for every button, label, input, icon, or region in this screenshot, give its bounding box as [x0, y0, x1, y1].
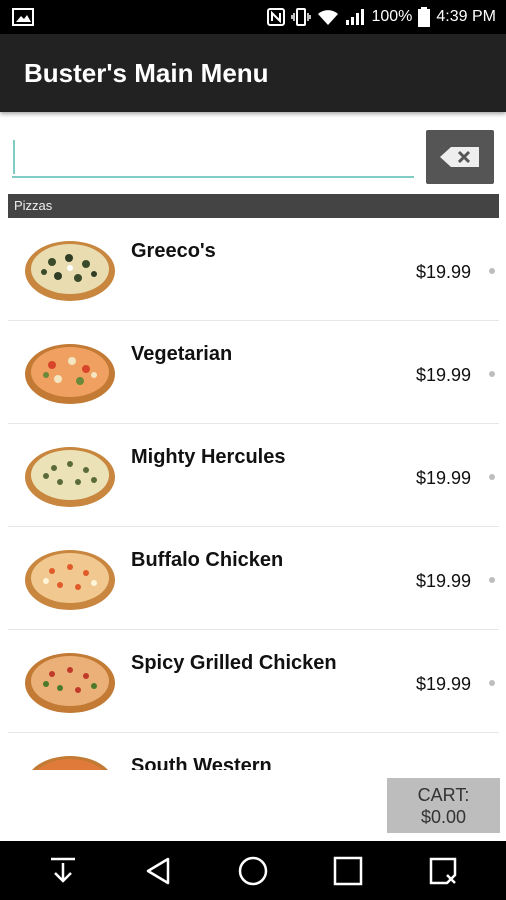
item-name: South Western [131, 755, 272, 770]
status-time: 4:39 PM [436, 8, 496, 25]
item-name: Spicy Grilled Chicken [131, 652, 337, 674]
list-item[interactable]: Vegetarian $19.99 [8, 321, 499, 424]
image-icon [12, 8, 34, 26]
list-item[interactable]: Greeco's $19.99 [8, 218, 499, 321]
item-indicator [489, 268, 495, 274]
nfc-icon [267, 8, 286, 26]
page-title: Buster's Main Menu [24, 58, 269, 88]
signal-icon [346, 9, 365, 25]
app-bar: Buster's Main Menu [0, 34, 506, 112]
text-cursor [13, 140, 15, 174]
recents-icon[interactable] [332, 855, 364, 887]
list-item[interactable]: Spicy Grilled Chicken $19.99 [8, 630, 499, 733]
pizza-image [31, 756, 109, 770]
home-icon[interactable] [237, 855, 269, 887]
item-price: $19.99 [415, 365, 471, 385]
menu-list[interactable]: Greeco's $19.99 Vegetarian $19.99 Mighty… [8, 218, 499, 770]
item-indicator [489, 371, 495, 377]
notes-icon[interactable] [427, 855, 459, 887]
navigation-bar [0, 841, 506, 900]
battery-icon [418, 7, 431, 27]
search-input[interactable] [12, 138, 414, 178]
battery-percent: 100% [371, 8, 413, 25]
status-bar: 100% 4:39 PM [0, 0, 506, 34]
cart-total: $0.00 [420, 807, 467, 827]
item-price: $19.99 [415, 674, 471, 694]
list-item[interactable]: South Western [8, 733, 499, 770]
item-price: $19.99 [415, 262, 471, 282]
download-icon[interactable] [47, 855, 79, 887]
item-indicator [489, 577, 495, 583]
item-indicator [489, 474, 495, 480]
pizza-image [25, 344, 115, 404]
back-icon[interactable] [142, 855, 174, 887]
pizza-image [25, 241, 115, 301]
item-name: Mighty Hercules [131, 446, 286, 468]
pizza-image [25, 550, 115, 610]
section-header-pizzas: Pizzas [8, 194, 499, 218]
item-indicator [489, 680, 495, 686]
search-row [0, 126, 506, 188]
item-name: Greeco's [131, 240, 216, 262]
wifi-icon [318, 10, 339, 25]
item-price: $19.99 [415, 468, 471, 488]
vibrate-icon [291, 8, 312, 26]
status-icons: 100% 4:39 PM [267, 6, 496, 28]
backspace-icon [440, 147, 479, 167]
item-name: Vegetarian [131, 343, 233, 365]
clear-search-button[interactable] [426, 130, 494, 184]
item-name: Buffalo Chicken [131, 549, 284, 571]
pizza-image [25, 447, 115, 507]
item-price: $19.99 [415, 571, 471, 591]
list-item[interactable]: Mighty Hercules $19.99 [8, 424, 499, 527]
cart-label: CART: [417, 785, 470, 805]
list-item[interactable]: Buffalo Chicken $19.99 [8, 527, 499, 630]
cart-button[interactable]: CART: $0.00 [387, 778, 500, 833]
pizza-image [25, 653, 115, 713]
